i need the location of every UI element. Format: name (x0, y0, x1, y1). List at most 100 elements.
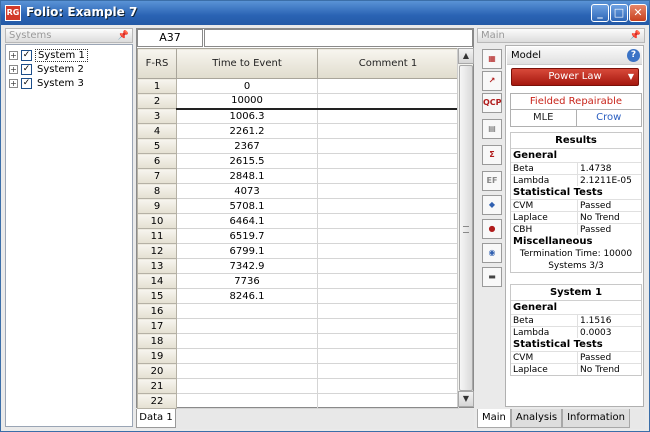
pin-icon[interactable]: 📌 (630, 30, 641, 43)
comment-cell[interactable] (317, 93, 459, 110)
comment-cell[interactable] (317, 348, 459, 364)
row-header[interactable]: 20 (137, 363, 177, 379)
row-header[interactable]: 21 (137, 378, 177, 394)
time-to-event-cell[interactable]: 10000 (176, 93, 318, 110)
row-header[interactable]: 18 (137, 333, 177, 349)
scroll-down-arrow-icon[interactable]: ▼ (458, 391, 474, 407)
table-row[interactable]: 10 (137, 78, 459, 94)
minimize-button[interactable]: _ (591, 4, 609, 22)
table-row[interactable]: 7 2848.1 (137, 168, 459, 184)
time-to-event-cell[interactable]: 2615.5 (176, 153, 318, 169)
transfer-icon[interactable]: ◆ (482, 195, 502, 215)
table-row[interactable]: 10 6464.1 (137, 213, 459, 229)
comment-cell[interactable] (317, 318, 459, 334)
comment-cell[interactable] (317, 228, 459, 244)
table-row[interactable]: 4 2261.2 (137, 123, 459, 139)
row-header[interactable]: 12 (137, 243, 177, 259)
comment-cell[interactable] (317, 363, 459, 379)
table-row[interactable]: 6 2615.5 (137, 153, 459, 169)
time-to-event-cell[interactable]: 0 (176, 78, 318, 94)
ef-icon[interactable]: EF (482, 171, 502, 191)
row-header[interactable]: 22 (137, 393, 177, 409)
time-to-event-cell[interactable]: 7342.9 (176, 258, 318, 274)
row-header[interactable]: 1 (137, 78, 177, 94)
table-row[interactable]: 9 5708.1 (137, 198, 459, 214)
table-row[interactable]: 12 6799.1 (137, 243, 459, 259)
table-row[interactable]: 17 (137, 318, 459, 334)
time-to-event-cell[interactable] (176, 333, 318, 349)
comment-cell[interactable] (317, 168, 459, 184)
comment-cell[interactable] (317, 303, 459, 319)
plot-icon[interactable]: ▦ (482, 49, 502, 69)
comment-cell[interactable] (317, 78, 459, 94)
time-to-event-cell[interactable] (176, 393, 318, 409)
time-to-event-cell[interactable]: 6464.1 (176, 213, 318, 229)
row-header[interactable]: 7 (137, 168, 177, 184)
comment-cell[interactable] (317, 123, 459, 139)
sheet-tab-data-1[interactable]: Data 1 (136, 409, 176, 428)
checkbox-system-3[interactable]: ✓ (21, 77, 32, 89)
row-header[interactable]: 8 (137, 183, 177, 199)
comment-cell[interactable] (317, 213, 459, 229)
time-to-event-cell[interactable]: 2261.2 (176, 123, 318, 139)
analyze-icon[interactable]: ◉ (482, 243, 502, 263)
comment-cell[interactable] (317, 153, 459, 169)
time-to-event-cell[interactable]: 7736 (176, 273, 318, 289)
comment-cell[interactable] (317, 258, 459, 274)
column-header-time-to-event[interactable]: Time to Event (176, 48, 318, 79)
report-icon[interactable]: ▤ (482, 119, 502, 139)
print-icon[interactable]: ▬ (482, 267, 502, 287)
comment-cell[interactable] (317, 393, 459, 409)
comment-cell[interactable] (317, 243, 459, 259)
time-to-event-cell[interactable] (176, 363, 318, 379)
help-icon[interactable]: ? (627, 49, 640, 62)
tree-item-system-1[interactable]: + ✓ System 1 (9, 48, 88, 62)
checkbox-system-1[interactable]: ✓ (21, 49, 32, 61)
simulate-icon[interactable]: ● (482, 219, 502, 239)
scroll-up-arrow-icon[interactable]: ▲ (458, 48, 474, 64)
table-row[interactable]: 20 (137, 363, 459, 379)
table-row[interactable]: 8 4073 (137, 183, 459, 199)
cell-reference-box[interactable]: A37 (137, 29, 203, 47)
table-row[interactable]: 13 7342.9 (137, 258, 459, 274)
table-row[interactable]: 14 7736 (137, 273, 459, 289)
comment-cell[interactable] (317, 273, 459, 289)
table-row[interactable]: 2 10000 (137, 93, 459, 110)
method-mle[interactable]: MLE (511, 110, 577, 126)
table-row[interactable]: 18 (137, 333, 459, 349)
row-header[interactable]: 6 (137, 153, 177, 169)
time-to-event-cell[interactable] (176, 303, 318, 319)
comment-cell[interactable] (317, 333, 459, 349)
expand-icon[interactable]: + (9, 78, 18, 88)
parameter-icon[interactable]: ↗ (482, 71, 502, 91)
time-to-event-cell[interactable]: 2848.1 (176, 168, 318, 184)
comment-cell[interactable] (317, 138, 459, 154)
tab-information[interactable]: Information (562, 409, 630, 428)
formula-bar[interactable] (204, 29, 473, 47)
table-row[interactable]: 22 (137, 393, 459, 409)
comment-cell[interactable] (317, 378, 459, 394)
qcp-icon[interactable]: QCP (482, 93, 502, 113)
table-row[interactable]: 15 8246.1 (137, 288, 459, 304)
table-row[interactable]: 16 (137, 303, 459, 319)
time-to-event-cell[interactable]: 4073 (176, 183, 318, 199)
comment-cell[interactable] (317, 183, 459, 199)
tab-main[interactable]: Main (477, 409, 511, 428)
method-crow[interactable]: Crow (577, 110, 642, 126)
row-header[interactable]: 14 (137, 273, 177, 289)
time-to-event-cell[interactable]: 8246.1 (176, 288, 318, 304)
table-row[interactable]: 11 6519.7 (137, 228, 459, 244)
title-bar[interactable]: RG Folio: Example 7 _ □ ✕ (1, 1, 649, 25)
table-row[interactable]: 3 1006.3 (137, 108, 459, 124)
app-logo-icon[interactable]: RG (5, 5, 21, 21)
comment-cell[interactable] (317, 288, 459, 304)
expand-icon[interactable]: + (9, 64, 18, 74)
table-row[interactable]: 19 (137, 348, 459, 364)
comment-cell[interactable] (317, 198, 459, 214)
row-header[interactable]: 13 (137, 258, 177, 274)
batch-icon[interactable]: Σ (482, 145, 502, 165)
grid-vertical-scrollbar[interactable]: ▲ ▼ (457, 48, 474, 407)
model-dropdown[interactable]: Power Law ▼ (511, 68, 639, 86)
expand-icon[interactable]: + (9, 50, 18, 60)
pin-icon[interactable]: 📌 (118, 30, 129, 43)
